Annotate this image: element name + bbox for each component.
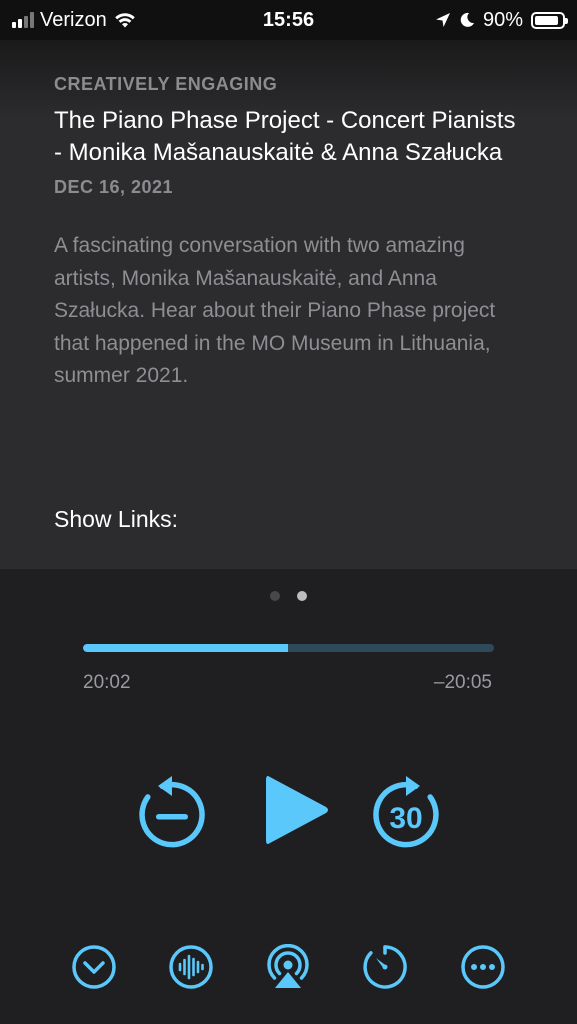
battery-percent: 90% <box>482 8 523 31</box>
page-dot-active[interactable] <box>297 591 307 601</box>
skip-forward-label: 30 <box>389 802 422 835</box>
carrier-name: Verizon <box>40 8 107 31</box>
wifi-icon <box>114 13 135 28</box>
progress-fill <box>83 644 289 652</box>
remaining-time: –20:05 <box>433 672 492 693</box>
skip-back-icon <box>139 776 205 848</box>
page-dot[interactable] <box>270 591 280 601</box>
show-links-heading: Show Links: <box>54 506 179 532</box>
moon-icon <box>460 12 474 27</box>
airplay-icon <box>267 944 309 988</box>
episode-description: A fascinating conversation with two amaz… <box>54 234 496 387</box>
episode-title: The Piano Phase Project - Concert Pianis… <box>54 107 516 166</box>
airplay-button[interactable] <box>264 943 312 991</box>
collapse-button[interactable] <box>70 943 118 991</box>
location-arrow-icon <box>435 13 450 27</box>
sleep-timer-button[interactable] <box>361 943 409 991</box>
play-button[interactable] <box>262 771 334 849</box>
chevron-down-icon <box>72 945 116 989</box>
play-icon <box>266 776 328 844</box>
audio-effects-button[interactable] <box>167 943 215 991</box>
battery-icon <box>531 11 568 29</box>
timer-icon <box>363 945 407 989</box>
more-button[interactable] <box>459 943 507 991</box>
podcast-name[interactable]: CREATIVELY ENGAGING <box>54 74 523 95</box>
skip-forward-30-icon: 30 <box>373 776 439 848</box>
elapsed-time: 20:02 <box>83 672 131 693</box>
status-bar: Verizon 15:56 90% <box>0 0 577 40</box>
progress-slider[interactable] <box>83 644 494 652</box>
skip-back-button[interactable] <box>136 772 208 848</box>
now-playing-controls: 20:02 –20:05 30 <box>0 569 577 1024</box>
cellular-signal-icon <box>12 12 34 28</box>
status-time: 15:56 <box>262 8 315 31</box>
skip-forward-button[interactable]: 30 <box>370 772 442 848</box>
more-icon <box>461 945 505 989</box>
episode-date: DEC 16, 2021 <box>54 177 174 197</box>
episode-notes: CREATIVELY ENGAGING The Piano Phase Proj… <box>0 40 577 569</box>
page-indicator[interactable] <box>0 591 577 601</box>
waveform-icon <box>169 945 213 989</box>
